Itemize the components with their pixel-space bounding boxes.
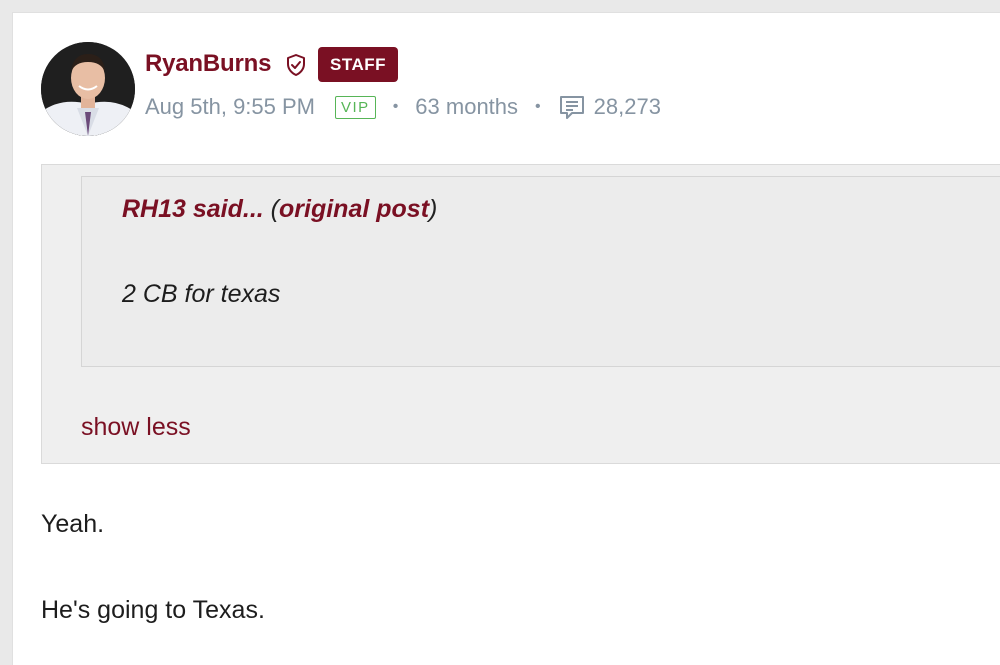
shield-check-icon	[287, 54, 305, 76]
post-body-line: Yeah.	[41, 510, 105, 538]
staff-badge: STAFF	[318, 47, 398, 82]
show-less-link[interactable]: show less	[81, 413, 191, 442]
member-tenure: 63 months	[415, 94, 519, 119]
original-post-link[interactable]: original post	[279, 195, 429, 223]
vip-badge: VIP	[335, 95, 376, 119]
avatar[interactable]	[41, 42, 135, 136]
quote-open-paren: (	[263, 195, 280, 223]
quote-header: RH13 said... (original post)	[122, 195, 437, 224]
comment-icon	[559, 96, 584, 119]
quote-block: RH13 said... (original post) 2 CB for te…	[41, 164, 1000, 464]
quote-author[interactable]: RH13 said...	[122, 195, 264, 223]
post-card: RyanBurns STAFF Aug 5th, 9:55 PM VIP • 6…	[12, 12, 1000, 665]
meta-separator: •	[392, 98, 399, 115]
username-link[interactable]: RyanBurns	[145, 50, 271, 78]
quote-close-paren: )	[429, 195, 438, 223]
post-count[interactable]: 28,273	[594, 94, 661, 120]
quote-body: 2 CB for texas	[122, 280, 281, 308]
post-meta: Aug 5th, 9:55 PM VIP • 63 months • 28,27…	[145, 92, 661, 122]
post-body-line: He's going to Texas.	[41, 596, 265, 624]
post-timestamp[interactable]: Aug 5th, 9:55 PM	[145, 94, 315, 120]
avatar-image	[41, 42, 135, 136]
meta-separator: •	[535, 98, 541, 115]
quote-inner: RH13 said... (original post) 2 CB for te…	[81, 176, 1000, 367]
